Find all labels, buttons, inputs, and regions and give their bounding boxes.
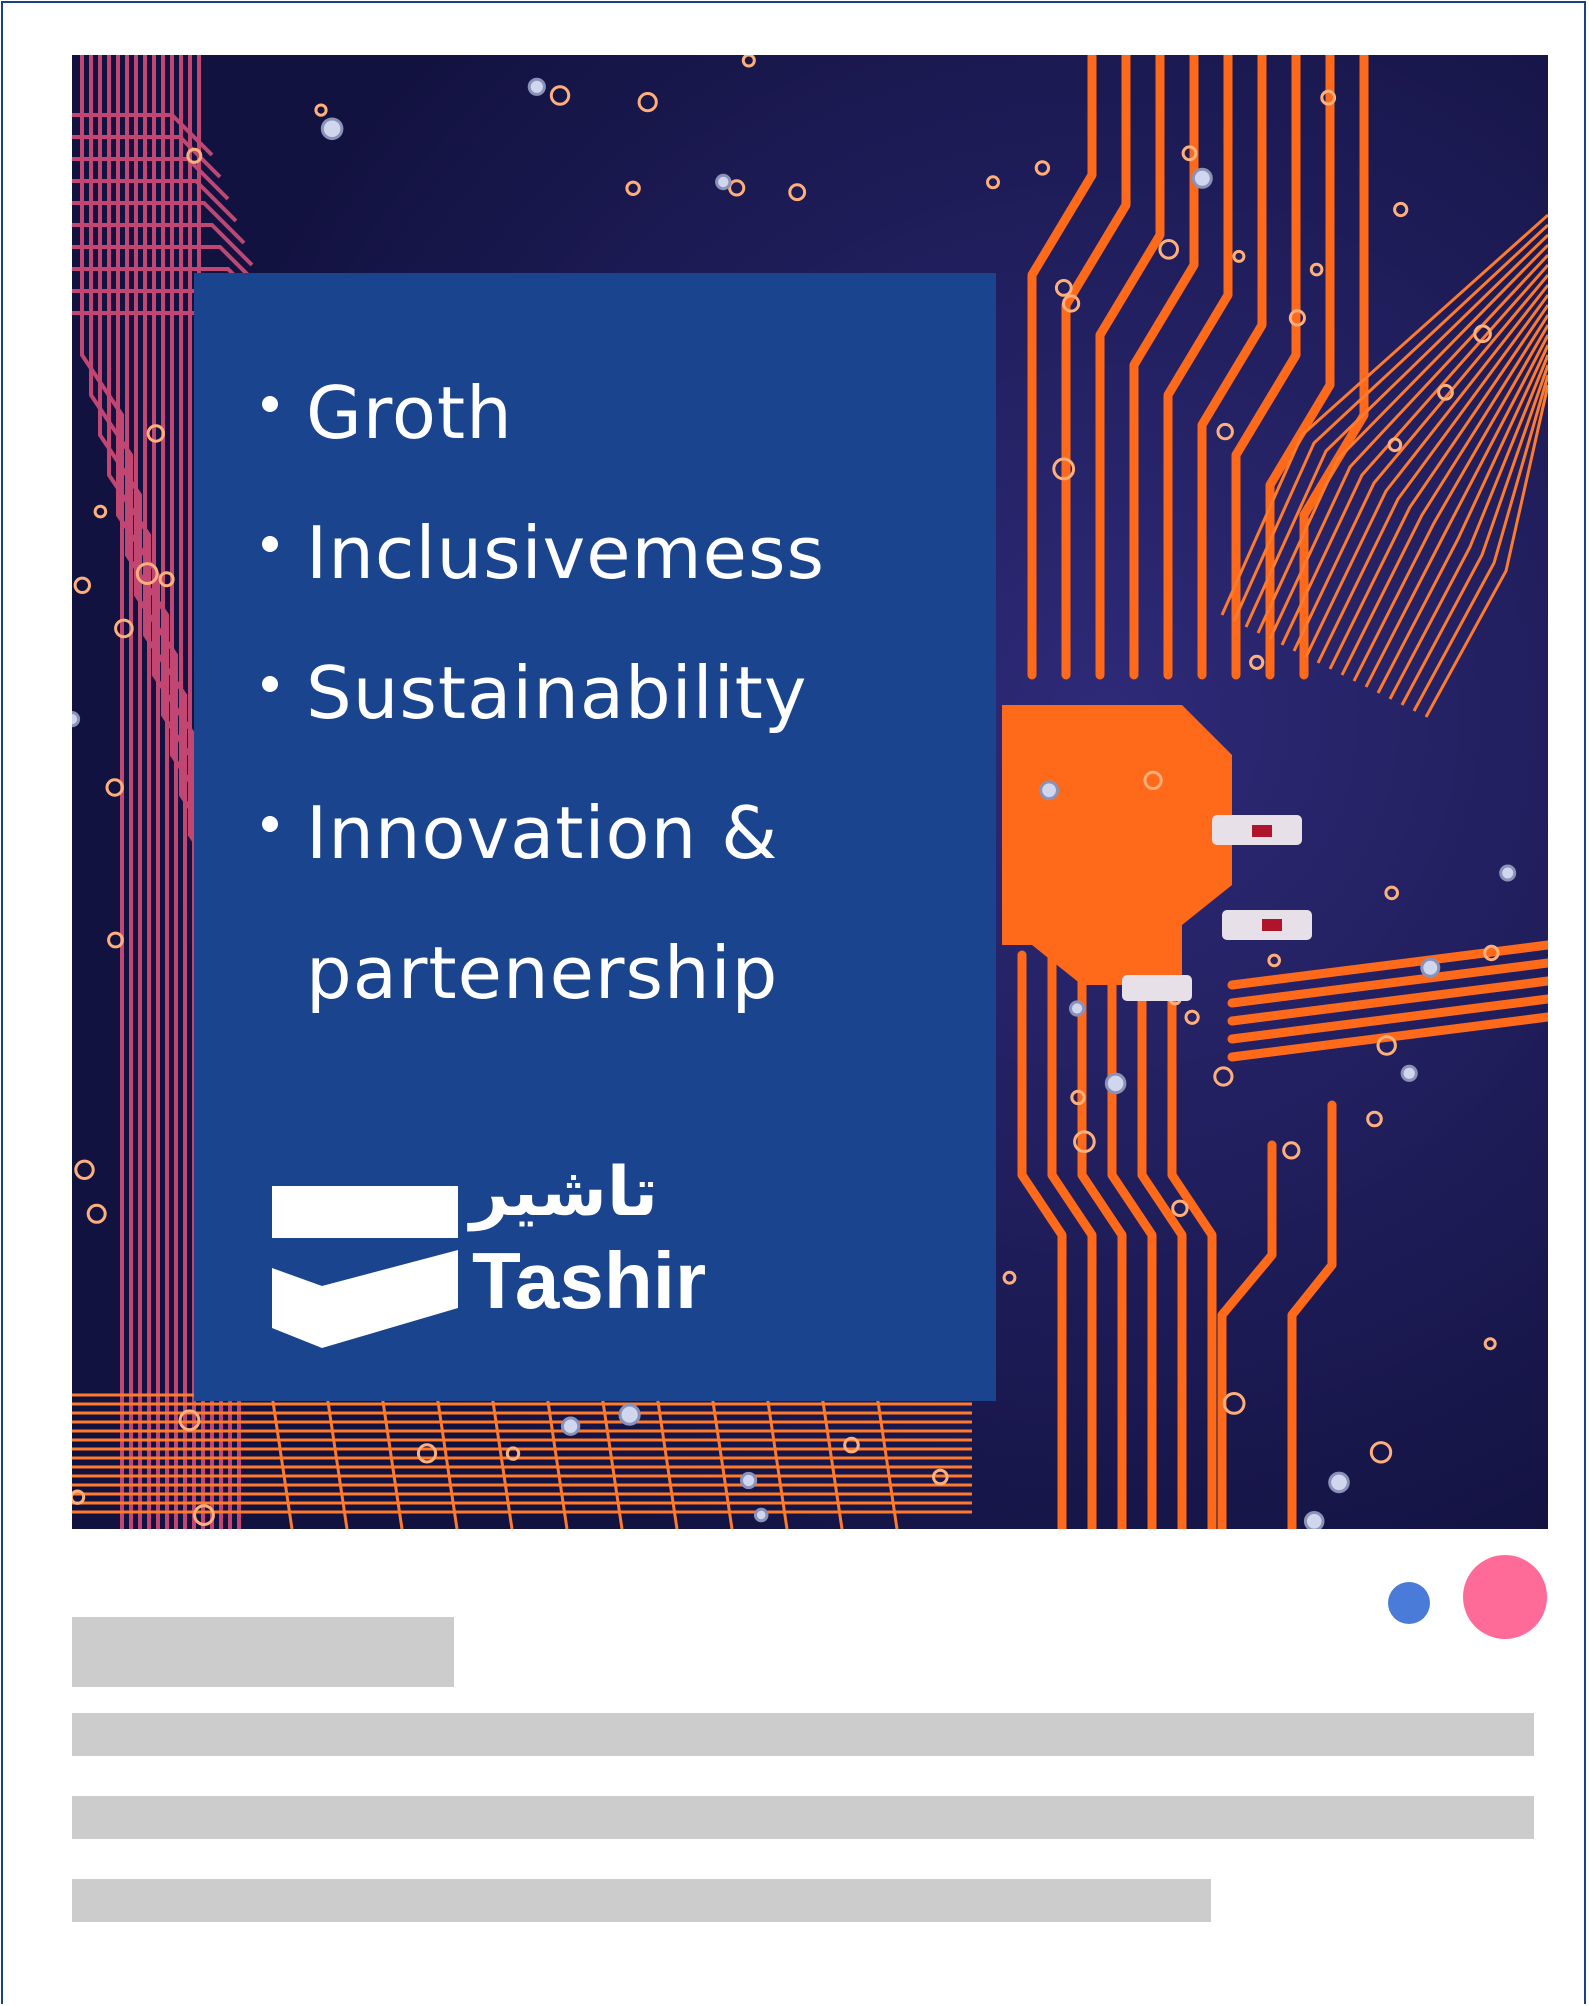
value-item: Innovation & [262, 763, 825, 903]
value-text: Groth [306, 371, 513, 455]
value-item: Groth [262, 343, 825, 483]
tashir-logo-mark-icon [272, 1186, 458, 1348]
bullet-icon [262, 623, 306, 763]
value-item: Inclusivemess [262, 483, 825, 623]
post-image[interactable]: Groth Inclusivemess Sustainability Innov… [72, 55, 1548, 1529]
caption-line-placeholder [72, 1796, 1534, 1839]
logo-arabic-text: تاشير [470, 1153, 658, 1232]
carousel-dot-1[interactable] [1388, 1582, 1430, 1624]
caption-title-placeholder [72, 1617, 454, 1687]
values-list: Groth Inclusivemess Sustainability Innov… [262, 343, 825, 1043]
bullet-icon [262, 343, 306, 483]
value-text: Sustainability [306, 651, 808, 735]
value-text: Inclusivemess [306, 511, 825, 595]
value-item: Sustainability [262, 623, 825, 763]
tashir-logo: تاشير Tashir [262, 1153, 722, 1348]
value-text: partenership [306, 931, 779, 1015]
bullet-icon [262, 763, 306, 903]
bullet-icon [262, 483, 306, 623]
carousel-dot-2-active[interactable] [1463, 1555, 1547, 1639]
value-text: Innovation & [306, 791, 779, 875]
carousel-indicators [1385, 1555, 1547, 1645]
values-panel: Groth Inclusivemess Sustainability Innov… [194, 273, 996, 1401]
value-item-continued: partenership [262, 903, 825, 1043]
caption-line-placeholder [72, 1713, 1534, 1756]
logo-latin-text: Tashir [472, 1236, 707, 1325]
caption-line-placeholder [72, 1879, 1211, 1922]
